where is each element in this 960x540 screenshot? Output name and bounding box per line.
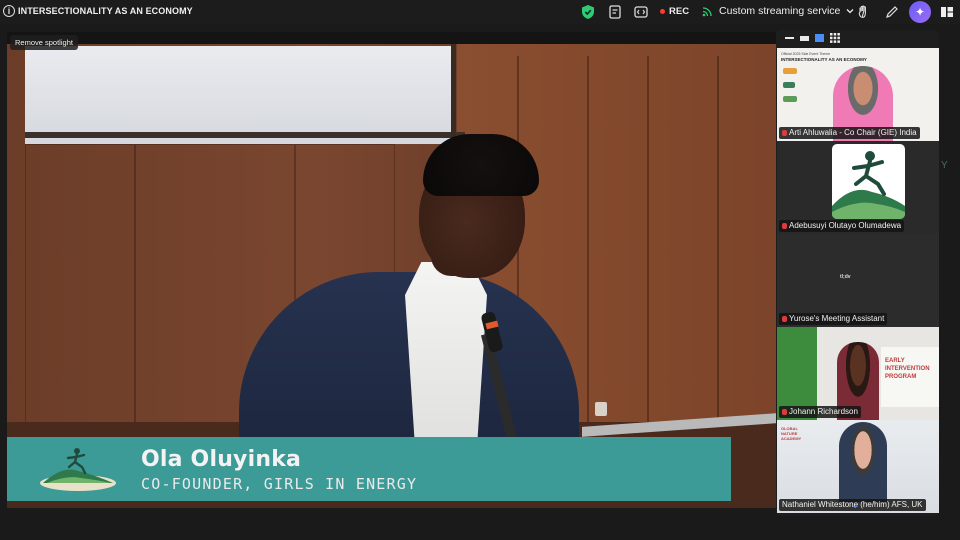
girls-in-energy-logo-icon — [832, 151, 905, 219]
mic-muted-icon — [782, 316, 787, 322]
participant-name: Adebusuyi Olutayo Olumadewa — [789, 221, 902, 230]
chevron-down-icon — [846, 9, 854, 14]
mic-muted-icon — [782, 223, 787, 229]
tile-subtext: Official 2025 Side Event Theme — [781, 52, 831, 56]
ai-companion-icon[interactable]: ✦ — [909, 1, 931, 23]
event-logo-icon — [783, 68, 797, 74]
girls-in-energy-logo-icon — [40, 448, 116, 491]
lower-third-banner: Ola Oluyinka CO-FOUNDER, GIRLS IN ENERGY — [7, 437, 731, 501]
side-strip: Y — [939, 30, 960, 516]
participant-name-tag: Johann Richardson — [779, 406, 861, 418]
whiteboard — [25, 46, 453, 144]
tile-event-title: INTERSECTIONALITY AS AN ECONOMY — [781, 57, 867, 62]
participant-avatar — [832, 144, 905, 219]
participant-name-tag: Adebusuyi Olutayo Olumadewa — [779, 220, 905, 232]
minimize-icon[interactable] — [785, 37, 794, 39]
event-logo-icon — [783, 96, 797, 102]
wood-panel — [25, 144, 135, 444]
rec-label: REC — [669, 6, 690, 17]
participant-tile[interactable]: EARLY INTERVENTION PROGRAM Johann Richar… — [777, 327, 939, 420]
event-logo-icon — [783, 82, 795, 88]
streaming-label: Custom streaming service — [719, 5, 841, 17]
speaker-view-icon[interactable] — [815, 34, 824, 42]
speaker-name: Ola Oluyinka — [141, 447, 302, 472]
streaming-menu[interactable]: Custom streaming service — [702, 5, 854, 17]
participant-tile[interactable]: Official 2025 Side Event Theme INTERSECT… — [777, 48, 939, 141]
meeting-title: INTERSECTIONALITY AS AN ECONOMY — [18, 6, 193, 16]
strip-view-icon[interactable] — [800, 35, 809, 41]
mic-muted-icon — [782, 130, 787, 136]
mic-muted-icon — [782, 409, 787, 415]
stream-icon — [702, 6, 712, 16]
participant-video — [839, 422, 887, 502]
chevron-down-icon[interactable]: ⌄ — [851, 500, 859, 511]
gallery-view-controls — [785, 32, 840, 44]
recording-indicator[interactable]: REC — [660, 6, 689, 17]
whiteboard-edge — [451, 44, 456, 148]
academy-logo: GLOBAL NATURE ACADEMY — [781, 426, 802, 441]
remove-spotlight-button[interactable]: Remove spotlight — [10, 35, 78, 50]
participant-name: Arti Ahluwalia - Co Chair (GIE) India — [789, 128, 917, 137]
participant-name: Yurose's Meeting Assistant — [789, 314, 885, 323]
wall-outlet — [595, 402, 607, 416]
shield-icon[interactable] — [580, 4, 596, 20]
participant-tile[interactable]: Adebusuyi Olutayo Olumadewa — [777, 141, 939, 234]
speaker-role: CO-FOUNDER, GIRLS IN ENERGY — [141, 475, 418, 493]
top-bar: i INTERSECTIONALITY AS AN ECONOMY REC Cu… — [0, 0, 960, 24]
layout-icon[interactable] — [939, 4, 955, 20]
rec-dot-icon — [660, 9, 665, 14]
pen-icon[interactable] — [884, 4, 900, 20]
participant-tile[interactable]: tl;dv Yurose's Meeting Assistant — [777, 234, 939, 327]
notes-icon[interactable] — [607, 4, 623, 20]
tldv-logo: tl;dv — [840, 274, 851, 280]
participant-name-tag: Arti Ahluwalia - Co Chair (GIE) India — [779, 127, 920, 139]
grid-view-icon[interactable] — [830, 33, 840, 43]
captions-icon[interactable] — [633, 4, 649, 20]
banner-text: EARLY INTERVENTION PROGRAM — [885, 358, 930, 380]
participant-name: Johann Richardson — [789, 407, 858, 416]
hand-icon[interactable] — [856, 4, 872, 20]
participant-name-tag: Yurose's Meeting Assistant — [779, 313, 888, 325]
whiteboard-rail — [25, 132, 465, 138]
info-icon[interactable]: i — [3, 5, 15, 17]
